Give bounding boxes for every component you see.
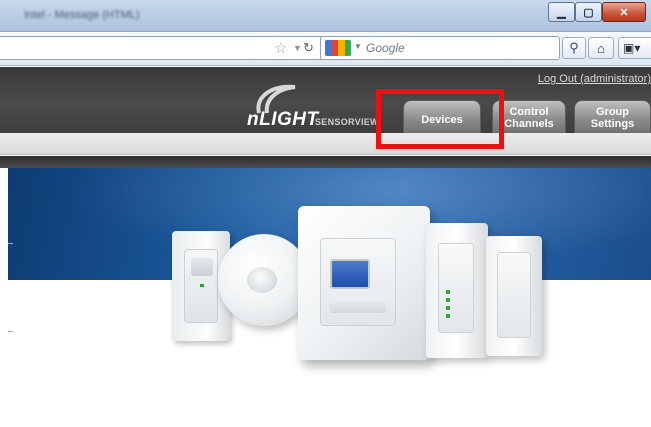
star-icon[interactable]: ☆ — [274, 39, 287, 57]
bookmarks-icon: ▣▾ — [623, 41, 641, 55]
logout-link[interactable]: Log Out (administrator) — [538, 73, 651, 85]
banner-edge-mark — [8, 243, 13, 244]
wall-controller-product — [298, 206, 430, 360]
history-dropdown-icon[interactable]: ▼ — [293, 43, 302, 53]
window-titlebar: Intel - Message (HTML) ▁ ▢ ✕ — [0, 0, 651, 32]
reload-icon[interactable]: ↻ — [303, 40, 314, 56]
switch-product — [486, 236, 542, 356]
bookmarks-button[interactable]: ▣▾ — [618, 37, 651, 59]
search-go-button[interactable]: ⚲ — [562, 37, 586, 59]
address-bar[interactable]: ☆ ▼ ↻ — [0, 36, 352, 60]
devices-tab-highlight — [376, 89, 504, 149]
nlight-logo: nLIGHT SENSORVIEW — [243, 83, 379, 139]
ceiling-sensor-product — [218, 234, 310, 326]
browser-toolbar: ☆ ▼ ↻ ▼ Google ⚲ ⌂ ▣▾ — [0, 32, 651, 66]
magnifier-icon: ⚲ — [569, 40, 579, 55]
logo-wordmark: nLIGHT — [247, 109, 319, 130]
scene-controller-product — [426, 223, 488, 358]
google-icon[interactable] — [325, 40, 351, 56]
minimize-icon: ▁ — [557, 6, 566, 19]
minimize-button[interactable]: ▁ — [548, 2, 575, 22]
banner-edge-mark — [8, 331, 13, 332]
close-button[interactable]: ✕ — [602, 2, 646, 22]
maximize-icon: ▢ — [583, 6, 594, 19]
home-icon: ⌂ — [597, 40, 605, 56]
sub-nav-bar — [0, 133, 651, 155]
close-icon: ✕ — [619, 6, 629, 19]
header-divider — [0, 156, 651, 168]
logo-subtitle: SENSORVIEW — [315, 117, 379, 127]
search-engine-dropdown-icon[interactable]: ▼ — [354, 42, 362, 51]
product-banner — [8, 168, 651, 420]
browser-window: { "window": { "title": "Intel - Message … — [0, 0, 651, 427]
tab-group-settings[interactable]: Group Settings — [574, 100, 651, 134]
search-placeholder: Google — [366, 41, 405, 55]
search-input[interactable]: ▼ Google — [320, 36, 560, 60]
home-button[interactable]: ⌂ — [588, 37, 614, 59]
maximize-button[interactable]: ▢ — [575, 2, 602, 22]
window-title: Intel - Message (HTML) — [24, 9, 140, 21]
